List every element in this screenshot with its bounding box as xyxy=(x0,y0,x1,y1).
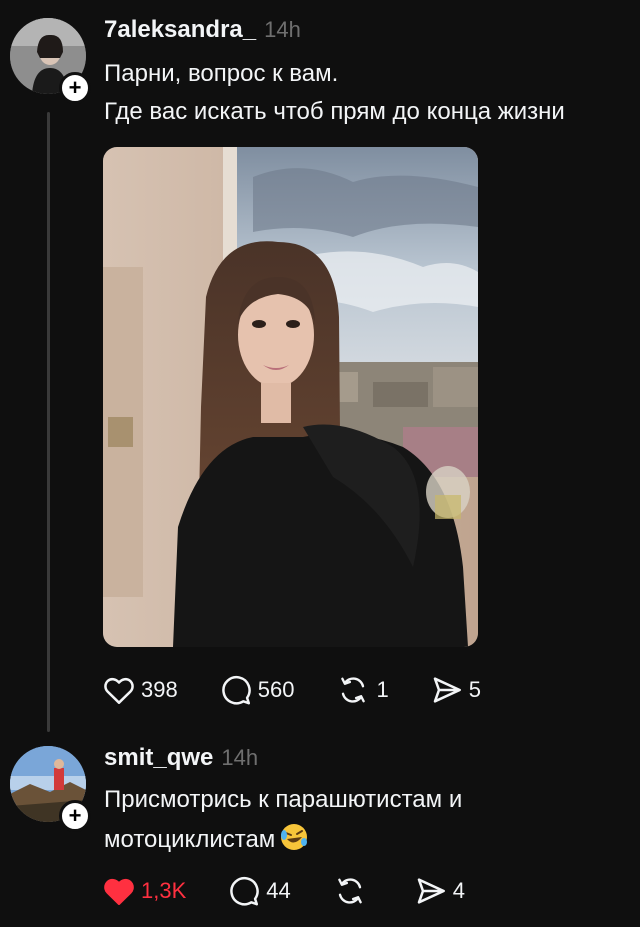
like-count: 1,3K xyxy=(141,878,187,903)
repost-button[interactable]: 1 xyxy=(336,675,389,705)
repost-count: 1 xyxy=(376,677,389,702)
username[interactable]: 7aleksandra_ xyxy=(104,16,256,43)
post-text-line: Парни, вопрос к вам. xyxy=(104,60,339,87)
post-text-line-with-emoji: мотоциклистам xyxy=(104,822,309,854)
heart-icon xyxy=(104,878,134,905)
timestamp: 14h xyxy=(264,17,301,42)
post-actions: 1,3K 44 4 xyxy=(103,874,507,908)
comment-count: 560 xyxy=(257,677,295,702)
like-button[interactable]: 1,3K xyxy=(103,876,186,906)
post-text: мотоциклистам xyxy=(104,826,276,853)
post-actions: 398 560 1 5 xyxy=(103,673,523,707)
comment-count: 44 xyxy=(266,878,291,903)
speech-bubble-icon xyxy=(230,876,260,906)
share-count: 4 xyxy=(452,878,465,903)
comment-button[interactable]: 560 xyxy=(220,675,295,705)
like-button[interactable]: 398 xyxy=(103,675,178,705)
paper-plane-icon xyxy=(433,677,461,703)
paper-plane-icon xyxy=(417,878,445,904)
photo-illustration xyxy=(103,147,478,647)
heart-icon xyxy=(104,677,134,704)
thread-line xyxy=(47,112,50,732)
username[interactable]: smit_qwe xyxy=(104,744,213,771)
repost-arrows-icon xyxy=(337,878,362,904)
repost-button[interactable] xyxy=(333,876,373,906)
post-header: smit_qwe 14h xyxy=(104,744,258,772)
timestamp: 14h xyxy=(221,745,259,770)
like-count: 398 xyxy=(141,677,178,702)
rolling-laughing-emoji-icon xyxy=(281,824,308,850)
post-text-line: Где вас искать чтоб прям до конца жизни xyxy=(104,98,565,125)
share-button[interactable]: 5 xyxy=(431,675,481,705)
speech-bubble-icon xyxy=(221,675,251,705)
comment-button[interactable]: 44 xyxy=(228,876,291,906)
follow-plus-icon[interactable]: + xyxy=(59,72,91,104)
follow-plus-icon[interactable]: + xyxy=(59,800,91,832)
share-button[interactable]: 4 xyxy=(415,876,465,906)
post-header: 7aleksandra_ 14h xyxy=(104,16,301,44)
post-photo[interactable] xyxy=(103,147,478,647)
share-count: 5 xyxy=(468,677,481,702)
post-text-line: Присмотрись к парашютистам и xyxy=(104,786,463,813)
repost-arrows-icon xyxy=(341,677,366,703)
threads-screen: + 7aleksandra_ 14h Парни, вопрос к вам. Г… xyxy=(0,0,640,927)
